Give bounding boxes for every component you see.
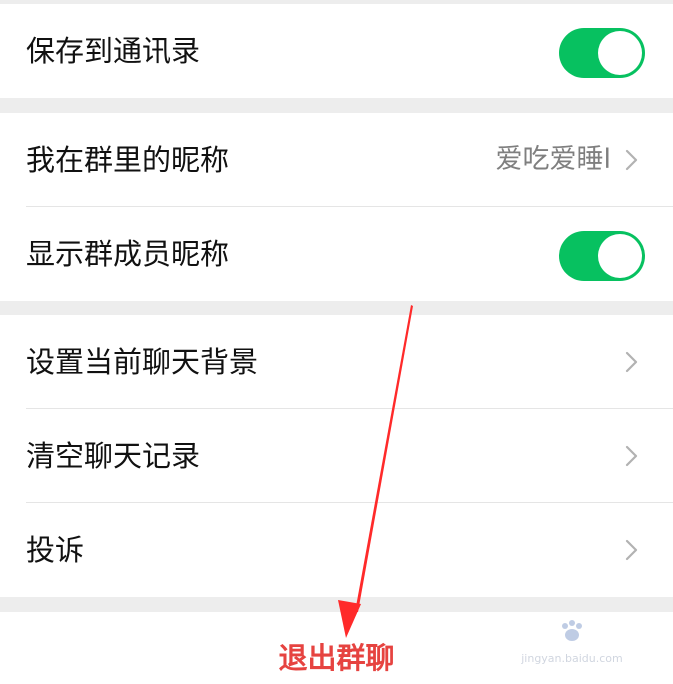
chevron-right-icon	[625, 351, 638, 373]
save-to-contacts-toggle[interactable]	[559, 28, 645, 78]
clear-chat-history-row[interactable]: 清空聊天记录	[0, 409, 673, 503]
show-member-nicknames-toggle[interactable]	[559, 231, 645, 281]
chevron-right-icon	[625, 539, 638, 561]
save-to-contacts-label: 保存到通讯录	[26, 34, 201, 68]
chevron-right-icon	[625, 149, 638, 171]
group-chat-settings-page: 保存到通讯录 我在群里的昵称 爱吃爱睡l 显示群成员昵称 设置当前聊天背景 清空…	[0, 0, 673, 684]
chevron-right-icon	[625, 445, 638, 467]
baidu-paw-icon	[562, 620, 582, 641]
show-member-nicknames-row[interactable]: 显示群成员昵称	[0, 207, 673, 301]
set-chat-background-row[interactable]: 设置当前聊天背景	[0, 315, 673, 409]
report-row[interactable]: 投诉	[0, 503, 673, 597]
toggle-knob	[598, 31, 642, 75]
my-group-nickname-row[interactable]: 我在群里的昵称 爱吃爱睡l	[0, 113, 673, 207]
toggle-knob	[598, 234, 642, 278]
set-chat-background-label: 设置当前聊天背景	[26, 345, 259, 379]
show-member-nicknames-label: 显示群成员昵称	[26, 237, 230, 271]
my-group-nickname-value: 爱吃爱睡l	[495, 144, 611, 175]
watermark-subtext: jingyan.baidu.com	[521, 652, 623, 665]
clear-chat-history-label: 清空聊天记录	[26, 439, 201, 473]
my-group-nickname-label: 我在群里的昵称	[26, 143, 230, 177]
save-to-contacts-row[interactable]: 保存到通讯录	[0, 4, 673, 98]
report-label: 投诉	[26, 533, 85, 567]
baidu-watermark: jingyan.baidu.com	[507, 612, 637, 672]
